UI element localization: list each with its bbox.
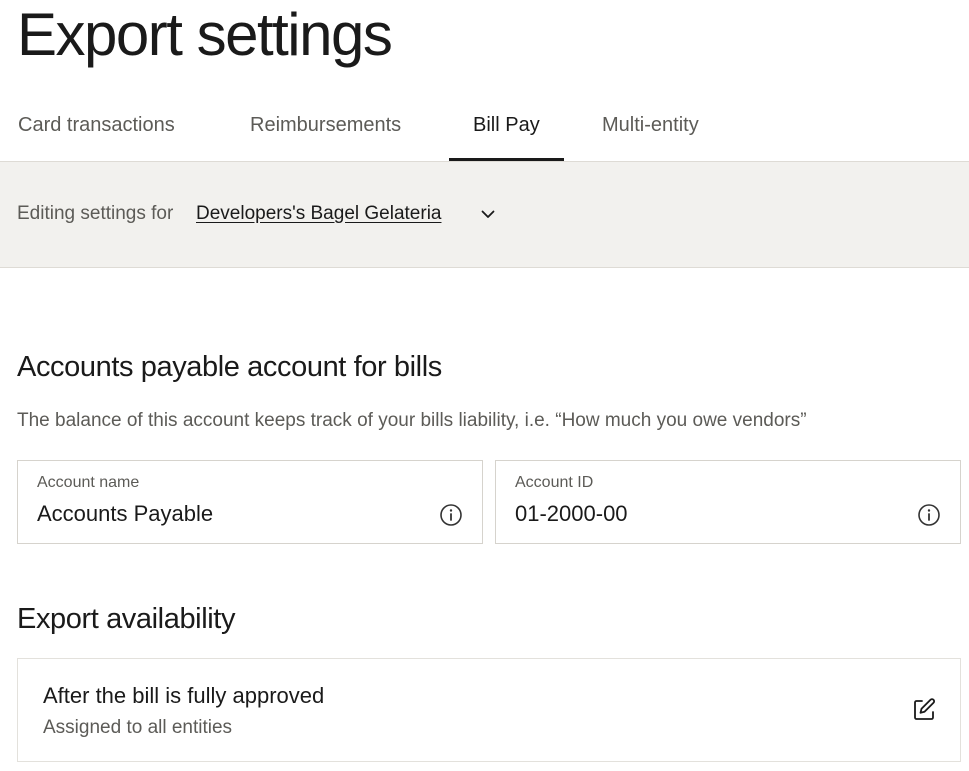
account-name-value: Accounts Payable: [37, 501, 214, 526]
chevron-down-icon[interactable]: [478, 204, 498, 224]
info-icon[interactable]: [917, 503, 941, 527]
ap-section-title: Accounts payable account for bills: [17, 351, 442, 383]
account-name-label: Account name: [37, 474, 140, 491]
account-id-field[interactable]: Account ID 01-2000-00: [495, 460, 961, 544]
account-name-field[interactable]: Account name Accounts Payable: [17, 460, 483, 544]
entity-selector-link[interactable]: Developers's Bagel Gelateria: [196, 202, 441, 226]
tab-reimbursements[interactable]: Reimbursements: [250, 98, 401, 161]
availability-option-title: After the bill is fully approved: [43, 683, 325, 708]
tab-bar: Card transactions Reimbursements Bill Pa…: [0, 98, 969, 162]
tab-card-transactions[interactable]: Card transactions: [18, 98, 175, 161]
tab-multi-entity[interactable]: Multi-entity: [602, 98, 699, 161]
export-availability-card[interactable]: After the bill is fully approved Assigne…: [17, 658, 961, 762]
edit-icon[interactable]: [911, 697, 937, 723]
entity-selector-prefix: Editing settings for: [17, 203, 174, 224]
info-icon[interactable]: [439, 503, 463, 527]
account-id-label: Account ID: [515, 474, 594, 491]
availability-section-title: Export availability: [17, 603, 236, 635]
availability-option-subtitle: Assigned to all entities: [43, 717, 233, 738]
account-id-value: 01-2000-00: [515, 501, 628, 526]
page-title: Export settings: [17, 1, 393, 68]
tab-bill-pay[interactable]: Bill Pay: [449, 98, 564, 161]
ap-section-description: The balance of this account keeps track …: [17, 410, 807, 431]
